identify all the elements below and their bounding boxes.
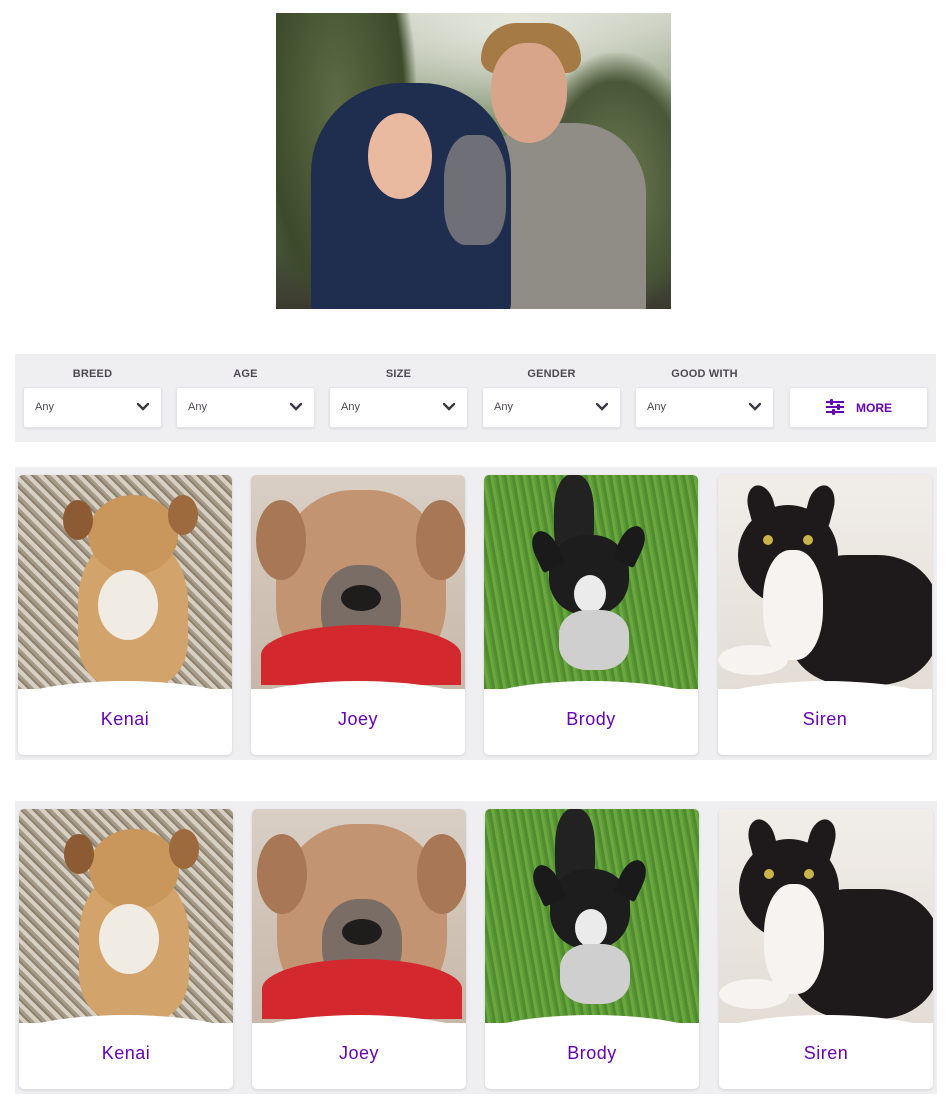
size-select-value: Any bbox=[341, 401, 360, 413]
pet-photo bbox=[718, 475, 932, 689]
more-filters-button[interactable]: MORE bbox=[789, 387, 928, 428]
pet-card-kenai[interactable]: Kenai bbox=[18, 475, 232, 755]
chevron-down-icon bbox=[596, 402, 608, 411]
gender-select-value: Any bbox=[494, 401, 513, 413]
pet-name: Joey bbox=[337, 709, 379, 729]
pet-photo bbox=[18, 475, 232, 689]
pet-name: Siren bbox=[802, 709, 848, 729]
good-with-select-value: Any bbox=[647, 401, 666, 413]
filter-age-label: AGE bbox=[233, 368, 258, 380]
filter-good-with: GOOD WITH Any bbox=[635, 354, 774, 442]
pet-name: Kenai bbox=[101, 1043, 151, 1063]
pet-photo bbox=[484, 475, 698, 689]
pet-photo bbox=[19, 809, 233, 1023]
chevron-down-icon bbox=[749, 402, 761, 411]
filter-breed: BREED Any bbox=[23, 354, 162, 442]
pet-name: Siren bbox=[803, 1043, 849, 1063]
pet-card-row: Kenai Joey Brody Siren bbox=[15, 467, 937, 760]
pet-card-brody[interactable]: Brody bbox=[485, 809, 699, 1089]
breed-select[interactable]: Any bbox=[23, 387, 162, 428]
breed-select-value: Any bbox=[35, 401, 54, 413]
filter-gender: GENDER Any bbox=[482, 354, 621, 442]
filter-size: SIZE Any bbox=[329, 354, 468, 442]
chevron-down-icon bbox=[137, 402, 149, 411]
more-filters-label: MORE bbox=[856, 401, 892, 415]
pet-photo bbox=[485, 809, 699, 1023]
pet-card-kenai[interactable]: Kenai bbox=[19, 809, 233, 1089]
pet-card-row: Kenai Joey Brody Siren bbox=[15, 801, 937, 1094]
pet-photo bbox=[719, 809, 933, 1023]
pet-card-siren[interactable]: Siren bbox=[718, 475, 932, 755]
pet-photo bbox=[251, 475, 465, 689]
pet-name: Brody bbox=[566, 709, 616, 729]
hero-puppy bbox=[444, 135, 506, 245]
hero-woman-face bbox=[368, 113, 432, 199]
pet-card-joey[interactable]: Joey bbox=[251, 475, 465, 755]
chevron-down-icon bbox=[290, 402, 302, 411]
gender-select[interactable]: Any bbox=[482, 387, 621, 428]
filter-age: AGE Any bbox=[176, 354, 315, 442]
pet-card-joey[interactable]: Joey bbox=[252, 809, 466, 1089]
chevron-down-icon bbox=[443, 402, 455, 411]
hero-photo bbox=[276, 13, 671, 309]
pet-name: Joey bbox=[338, 1043, 380, 1063]
pet-card-brody[interactable]: Brody bbox=[484, 475, 698, 755]
filter-bar: BREED Any AGE Any SIZE Any GENDER Any GO… bbox=[15, 354, 936, 442]
good-with-select[interactable]: Any bbox=[635, 387, 774, 428]
filter-size-label: SIZE bbox=[385, 368, 412, 380]
pet-photo bbox=[252, 809, 466, 1023]
pet-card-siren[interactable]: Siren bbox=[719, 809, 933, 1089]
filter-breed-label: BREED bbox=[72, 368, 113, 380]
filter-gender-label: GENDER bbox=[527, 368, 576, 380]
hero-man-face bbox=[491, 43, 567, 143]
filter-good-with-label: GOOD WITH bbox=[671, 368, 738, 380]
sliders-icon bbox=[826, 399, 844, 415]
pet-name: Brody bbox=[567, 1043, 617, 1063]
age-select-value: Any bbox=[188, 401, 207, 413]
pet-name: Kenai bbox=[100, 709, 150, 729]
size-select[interactable]: Any bbox=[329, 387, 468, 428]
age-select[interactable]: Any bbox=[176, 387, 315, 428]
